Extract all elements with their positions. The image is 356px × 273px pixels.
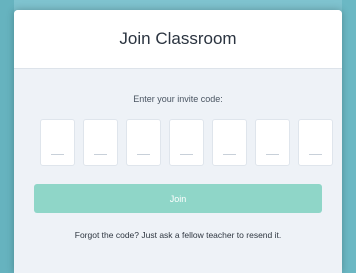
invite-code-digit-7[interactable] [298,119,333,166]
digit-placeholder-dash [266,154,279,155]
join-button[interactable]: Join [34,184,322,213]
invite-code-digit-2[interactable] [83,119,118,166]
backdrop [0,0,14,273]
forgot-code-help-text: Forgot the code? Just ask a fellow teach… [74,230,282,240]
digit-placeholder-dash [180,154,193,155]
invite-code-digit-1[interactable] [40,119,75,166]
digit-placeholder-dash [309,154,322,155]
modal-header: Join Classroom [14,10,342,69]
invite-code-digit-4[interactable] [169,119,204,166]
digit-placeholder-dash [223,154,236,155]
digit-placeholder-dash [51,154,64,155]
invite-code-digit-6[interactable] [255,119,290,166]
digit-placeholder-dash [94,154,107,155]
invite-code-inputs [40,119,333,166]
join-classroom-modal: Join Classroom Enter your invite code: J… [14,10,342,273]
digit-placeholder-dash [137,154,150,155]
invite-code-digit-3[interactable] [126,119,161,166]
invite-code-digit-5[interactable] [212,119,247,166]
modal-title: Join Classroom [119,29,237,48]
invite-code-prompt: Enter your invite code: [133,94,223,104]
backdrop [342,0,356,273]
